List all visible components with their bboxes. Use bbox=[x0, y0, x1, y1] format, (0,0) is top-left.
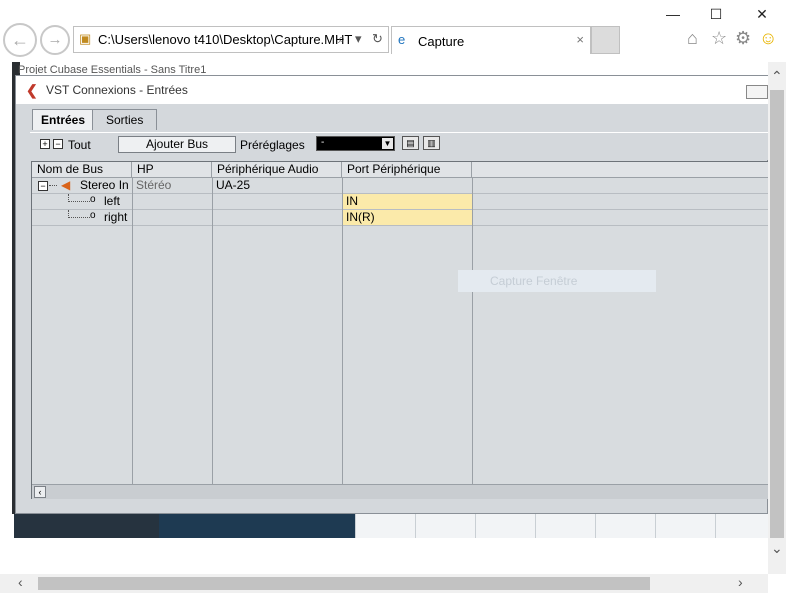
window-minimize-button[interactable] bbox=[746, 85, 768, 99]
save-preset-icon[interactable]: ▤ bbox=[402, 136, 419, 150]
window-title: VST Connexions - Entrées bbox=[46, 83, 188, 97]
settings-gear-icon[interactable]: ⚙ bbox=[735, 28, 751, 49]
background-track-area bbox=[159, 514, 355, 538]
tab-bar: Entrées Sorties bbox=[16, 104, 768, 132]
back-button[interactable]: ← bbox=[3, 23, 37, 57]
channel-connector-icon: o bbox=[90, 194, 96, 205]
port-cell[interactable]: IN bbox=[342, 194, 472, 209]
page-horizontal-scrollbar[interactable]: ‹ › bbox=[0, 574, 768, 593]
background-grid-cell bbox=[535, 514, 595, 538]
collapse-all-icon[interactable]: − bbox=[53, 139, 63, 149]
forward-button[interactable]: → bbox=[40, 25, 70, 55]
close-icon[interactable]: ✕ bbox=[751, 4, 773, 24]
tab-inputs-label: Entrées bbox=[41, 113, 86, 127]
tab-outputs[interactable]: Sorties bbox=[92, 109, 158, 130]
table-header: Nom de Bus HP Périphérique Audio Port Pé… bbox=[32, 162, 768, 178]
col-hp[interactable]: HP bbox=[132, 162, 212, 178]
expand-all-icon[interactable]: + bbox=[40, 139, 50, 149]
channel-connector-icon: o bbox=[90, 210, 96, 221]
column-divider bbox=[132, 178, 133, 498]
scroll-down-icon[interactable]: ⌄ bbox=[771, 540, 783, 557]
horizontal-scroll-thumb[interactable] bbox=[38, 577, 650, 590]
presets-value: - bbox=[321, 137, 325, 148]
background-track-area bbox=[14, 514, 159, 538]
browser-chrome: — ☐ ✕ ← → ▣ C:\Users\lenovo t410\Desktop… bbox=[0, 0, 786, 62]
cubase-logo-icon: ❮ bbox=[26, 82, 38, 98]
toolbar: + − Tout Ajouter Bus Préréglages - ▼ ▤ ▥ bbox=[30, 132, 768, 160]
background-grid-cell bbox=[475, 514, 535, 538]
bus-name-cell: left bbox=[104, 194, 121, 208]
presets-label: Préréglages bbox=[240, 138, 305, 152]
tab-outputs-label: Sorties bbox=[106, 113, 144, 127]
tree-line bbox=[68, 201, 90, 202]
table-row[interactable]: o right IN(R) bbox=[32, 210, 768, 226]
scroll-right-icon[interactable]: › bbox=[738, 574, 743, 590]
delete-preset-icon[interactable]: ▥ bbox=[423, 136, 440, 150]
bus-name-cell: Stereo In bbox=[80, 178, 129, 192]
tree-line bbox=[49, 185, 57, 186]
device-cell[interactable]: UA-25 bbox=[212, 178, 250, 193]
address-bar[interactable]: ▣ C:\Users\lenovo t410\Desktop\Capture.M… bbox=[73, 26, 389, 53]
background-grid-cell bbox=[355, 514, 415, 538]
tree-line bbox=[68, 217, 90, 218]
col-audio-device[interactable]: Périphérique Audio bbox=[212, 162, 342, 178]
scroll-left-icon[interactable]: ‹ bbox=[34, 486, 46, 498]
page-content: Projet Cubase Essentials - Sans Titre1 ❮… bbox=[0, 62, 768, 574]
tab-inputs[interactable]: Entrées bbox=[32, 109, 95, 130]
table-row[interactable]: o left IN bbox=[32, 194, 768, 210]
minimize-icon[interactable]: — bbox=[662, 4, 684, 24]
tab-close-icon[interactable]: × bbox=[576, 32, 584, 47]
speaker-icon: ◀ bbox=[61, 178, 71, 192]
vertical-scroll-thumb[interactable] bbox=[770, 90, 784, 538]
search-icon[interactable]: ⌕ bbox=[338, 31, 345, 47]
new-tab-button[interactable] bbox=[591, 26, 620, 54]
background-grid-cell bbox=[715, 514, 768, 538]
presets-select[interactable]: - ▼ bbox=[316, 136, 395, 151]
refresh-icon[interactable]: ↻ bbox=[372, 31, 383, 47]
home-icon[interactable]: ⌂ bbox=[687, 28, 698, 49]
column-divider bbox=[472, 178, 473, 498]
hp-cell: Stéréo bbox=[136, 178, 172, 192]
bus-table: Nom de Bus HP Périphérique Audio Port Pé… bbox=[31, 161, 768, 499]
address-text[interactable]: C:\Users\lenovo t410\Desktop\Capture.MHT bbox=[98, 32, 352, 47]
capture-watermark: Capture Fenêtre bbox=[458, 270, 656, 292]
background-grid-cell bbox=[415, 514, 475, 538]
back-arrow-icon: ← bbox=[11, 30, 29, 50]
background-grid-cell bbox=[655, 514, 715, 538]
page-vertical-scrollbar[interactable]: ⌃ ⌄ bbox=[768, 62, 786, 574]
col-bus-name[interactable]: Nom de Bus bbox=[32, 162, 132, 178]
dropdown-icon[interactable]: ▾ bbox=[355, 31, 362, 47]
scroll-up-icon[interactable]: ⌃ bbox=[771, 68, 783, 85]
maximize-icon[interactable]: ☐ bbox=[705, 4, 727, 24]
col-device-port[interactable]: Port Périphérique bbox=[342, 162, 472, 178]
table-row[interactable]: − ◀ Stereo In Stéréo UA-25 bbox=[32, 178, 768, 194]
collapse-icon[interactable]: − bbox=[38, 181, 48, 191]
table-horizontal-scrollbar[interactable]: ‹ bbox=[32, 484, 768, 499]
ie-icon: e bbox=[398, 32, 406, 47]
vst-connections-window: ❮ VST Connexions - Entrées Entrées Sorti… bbox=[15, 75, 768, 514]
favorites-star-icon[interactable]: ☆ bbox=[711, 28, 727, 49]
page-icon: ▣ bbox=[79, 31, 92, 46]
smiley-feedback-icon[interactable]: ☺ bbox=[759, 28, 777, 49]
scroll-left-icon[interactable]: ‹ bbox=[18, 574, 23, 590]
background-project-title: Projet Cubase Essentials - Sans Titre1 bbox=[18, 64, 207, 74]
background-grid-cell bbox=[595, 514, 655, 538]
column-divider bbox=[212, 178, 213, 498]
browser-tab[interactable]: e Capture × bbox=[391, 26, 591, 54]
tab-title: Capture bbox=[418, 34, 465, 49]
chevron-down-icon: ▼ bbox=[382, 138, 393, 149]
forward-arrow-icon: → bbox=[47, 31, 63, 48]
bus-name-cell: right bbox=[104, 210, 128, 224]
all-label: Tout bbox=[68, 138, 91, 152]
window-titlebar: ❮ VST Connexions - Entrées bbox=[16, 76, 768, 104]
add-bus-button[interactable]: Ajouter Bus bbox=[118, 136, 236, 153]
port-cell[interactable]: IN(R) bbox=[342, 210, 472, 225]
column-divider bbox=[342, 178, 343, 498]
